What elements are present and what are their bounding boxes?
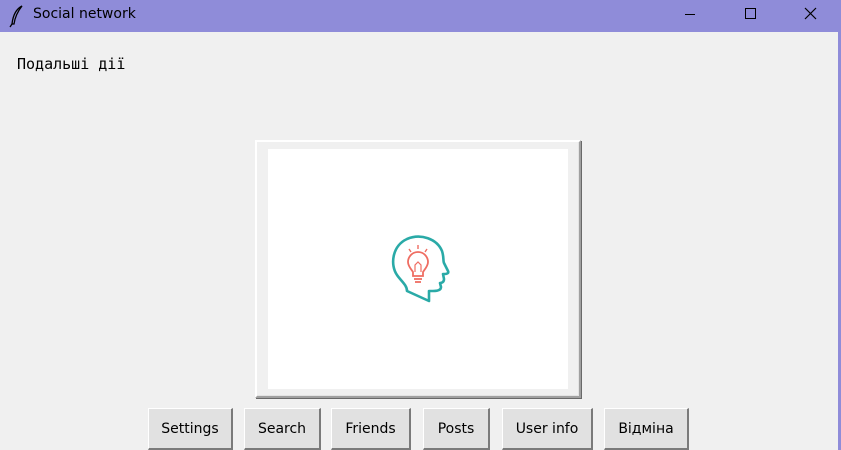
friends-button[interactable]: Friends bbox=[331, 408, 411, 450]
feather-icon bbox=[9, 5, 23, 28]
minimize-button[interactable] bbox=[667, 0, 713, 32]
close-icon bbox=[804, 7, 817, 20]
search-button[interactable]: Search bbox=[244, 408, 321, 450]
window-title: Social network bbox=[33, 6, 136, 22]
minimize-icon bbox=[685, 14, 695, 15]
settings-button[interactable]: Settings bbox=[148, 408, 233, 450]
user-info-button[interactable]: User info bbox=[502, 408, 593, 450]
posts-button[interactable]: Posts bbox=[423, 408, 490, 450]
head-lightbulb-icon bbox=[391, 235, 450, 303]
close-button[interactable] bbox=[787, 0, 833, 32]
maximize-icon bbox=[745, 8, 756, 19]
cancel-button[interactable]: Відміна bbox=[604, 408, 689, 450]
title-bar: Social network bbox=[0, 0, 841, 32]
page-heading: Подальші дії bbox=[17, 55, 126, 73]
maximize-button[interactable] bbox=[728, 0, 774, 32]
image-area bbox=[268, 149, 568, 389]
image-frame bbox=[255, 140, 581, 398]
